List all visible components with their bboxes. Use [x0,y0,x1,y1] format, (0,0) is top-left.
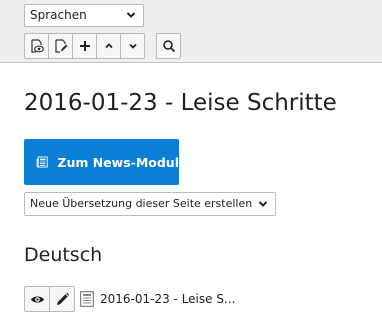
chevron-down-icon [258,201,268,207]
news-module-button[interactable]: Zum News-Modul [24,139,179,185]
move-up-button[interactable] [96,33,121,59]
docheader: Sprachen [0,0,382,63]
search-button-group [156,33,181,59]
move-down-button[interactable] [120,33,145,59]
edit-record-button[interactable] [49,286,75,312]
new-translation-select[interactable]: Neue Übersetzung dieser Seite erstellen [24,192,276,216]
page-action-buttons [24,33,145,59]
news-module-button-label: Zum News-Modul [57,154,179,170]
view-page-button[interactable] [24,33,49,59]
chevron-down-icon [128,43,137,49]
language-select[interactable]: Sprachen [24,4,144,27]
chevron-up-icon [104,43,113,49]
record-actions [24,286,75,312]
search-button[interactable] [156,33,181,59]
pencil-icon [56,292,69,305]
record-row: 2016-01-23 - Leise S... [24,286,235,312]
view-page-icon [30,39,44,53]
new-translation-select-value: Neue Übersetzung dieser Seite erstellen [30,197,253,210]
edit-page-button[interactable] [48,33,73,59]
page-title: 2016-01-23 - Leise Schritte [24,90,337,116]
language-section-heading: Deutsch [24,244,103,266]
news-icon [36,156,48,168]
view-record-button[interactable] [24,286,50,312]
language-select-value: Sprachen [30,8,87,22]
edit-page-icon [54,39,67,53]
plus-icon [79,41,90,51]
chevron-down-icon [126,12,136,18]
new-content-button[interactable] [72,33,97,59]
search-icon [162,40,175,53]
news-record-icon [80,291,94,307]
eye-icon [30,296,44,302]
record-title[interactable]: 2016-01-23 - Leise S... [100,292,235,306]
